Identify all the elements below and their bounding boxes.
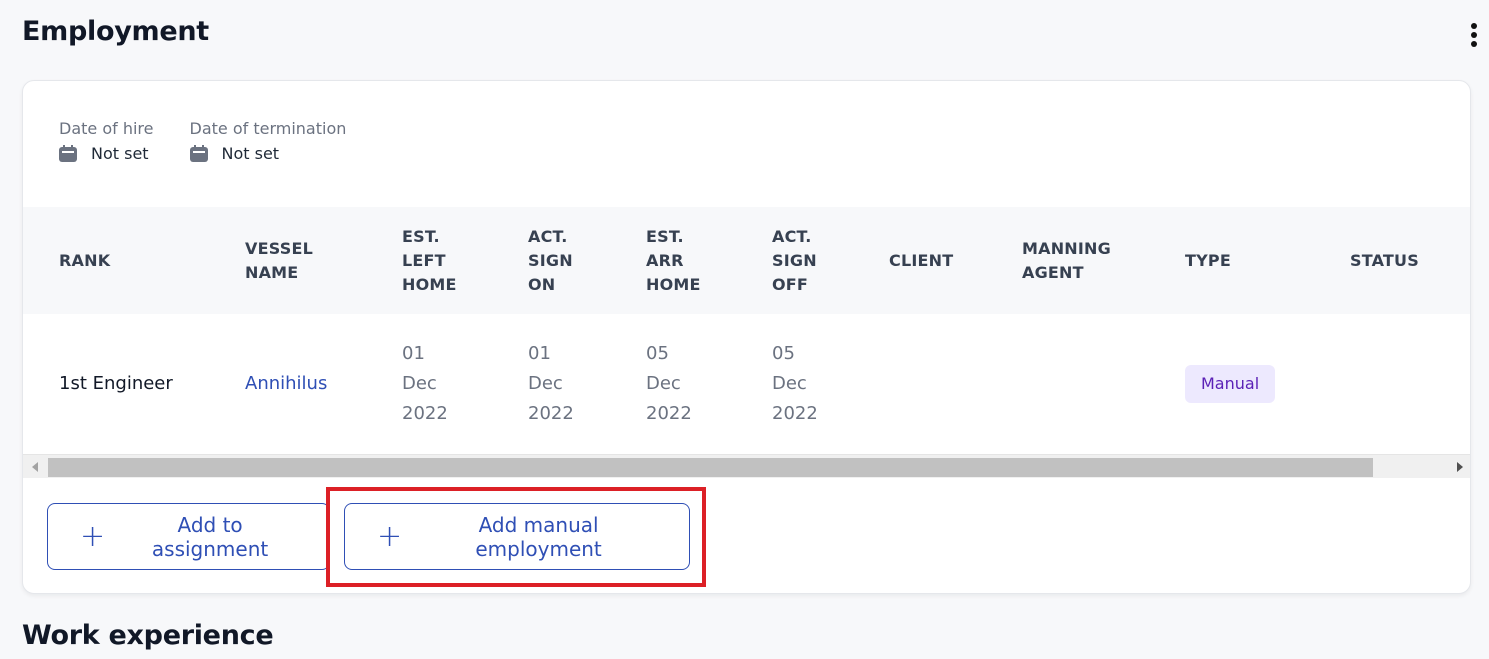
add-to-assignment-label: Add to assignment	[151, 512, 269, 561]
scrollbar-thumb[interactable]	[48, 458, 1373, 477]
column-header-act-sign-on: ACT. SIGN ON	[528, 226, 573, 294]
date-of-termination-value-row: Not set	[189, 144, 347, 163]
add-manual-employment-button[interactable]: + Add manual employment	[344, 503, 690, 570]
kebab-dot	[1471, 41, 1477, 47]
column-header-vessel-name: VESSEL NAME	[245, 238, 313, 282]
plus-icon: +	[377, 518, 403, 554]
column-header-manning-agent: MANNING AGENT	[1022, 238, 1111, 282]
actions-row: + Add to assignment + Add manual employm…	[47, 503, 690, 570]
scroll-right-arrow-icon[interactable]	[1457, 462, 1463, 472]
date-of-hire-label: Date of hire	[59, 119, 154, 138]
column-header-status: STATUS	[1350, 250, 1419, 270]
column-header-est-left-home: EST. LEFT HOME	[402, 226, 457, 294]
cell-est-left-home: 01 Dec 2022	[402, 343, 448, 424]
column-header-act-sign-off: ACT. SIGN OFF	[772, 226, 817, 294]
more-vertical-icon[interactable]	[1464, 20, 1484, 50]
cell-act-sign-on: 01 Dec 2022	[528, 343, 574, 424]
date-of-hire: Date of hire Not set	[59, 119, 154, 163]
date-of-hire-value: Not set	[91, 144, 149, 163]
add-to-assignment-button[interactable]: + Add to assignment	[47, 503, 330, 570]
table-header: RANK VESSEL NAME EST. LEFT HOME ACT. SIG…	[23, 207, 1470, 314]
plus-icon: +	[80, 518, 106, 554]
column-header-type: TYPE	[1185, 250, 1231, 270]
date-of-termination-value: Not set	[221, 144, 280, 163]
calendar-icon	[189, 144, 208, 163]
date-of-hire-value-row: Not set	[59, 144, 154, 163]
vessel-link[interactable]: Annihilus	[245, 369, 327, 399]
cell-type: Manual	[1185, 314, 1276, 454]
employment-header: Employment	[22, 16, 1477, 56]
date-of-termination-label: Date of termination	[189, 119, 347, 138]
type-badge: Manual	[1185, 365, 1276, 403]
work-experience-title: Work experience	[22, 620, 274, 651]
date-of-termination: Date of termination Not set	[189, 119, 347, 163]
employment-card: Date of hire Not set Date of termination…	[22, 80, 1471, 594]
table-row[interactable]: 1st Engineer Annihilus 01 Dec 2022 01 De…	[23, 314, 1470, 454]
section-title: Employment	[22, 16, 209, 47]
kebab-dot	[1471, 32, 1477, 38]
cell-vessel: Annihilus	[245, 314, 327, 454]
cell-rank: 1st Engineer	[59, 373, 173, 394]
add-manual-employment-label: Add manual employment	[475, 512, 602, 561]
cell-act-sign-off: 05 Dec 2022	[772, 343, 818, 424]
calendar-icon	[59, 144, 77, 163]
column-header-rank: RANK	[59, 250, 111, 270]
kebab-dot	[1471, 23, 1477, 29]
scroll-left-arrow-icon[interactable]	[32, 462, 38, 472]
column-header-client: CLIENT	[889, 250, 954, 270]
column-header-est-arr-home: EST. ARR HOME	[646, 226, 701, 294]
employment-table: RANK VESSEL NAME EST. LEFT HOME ACT. SIG…	[23, 207, 1470, 454]
dates-row: Date of hire Not set Date of termination…	[59, 119, 346, 163]
horizontal-scrollbar[interactable]	[23, 454, 1470, 478]
cell-est-arr-home: 05 Dec 2022	[646, 343, 692, 424]
